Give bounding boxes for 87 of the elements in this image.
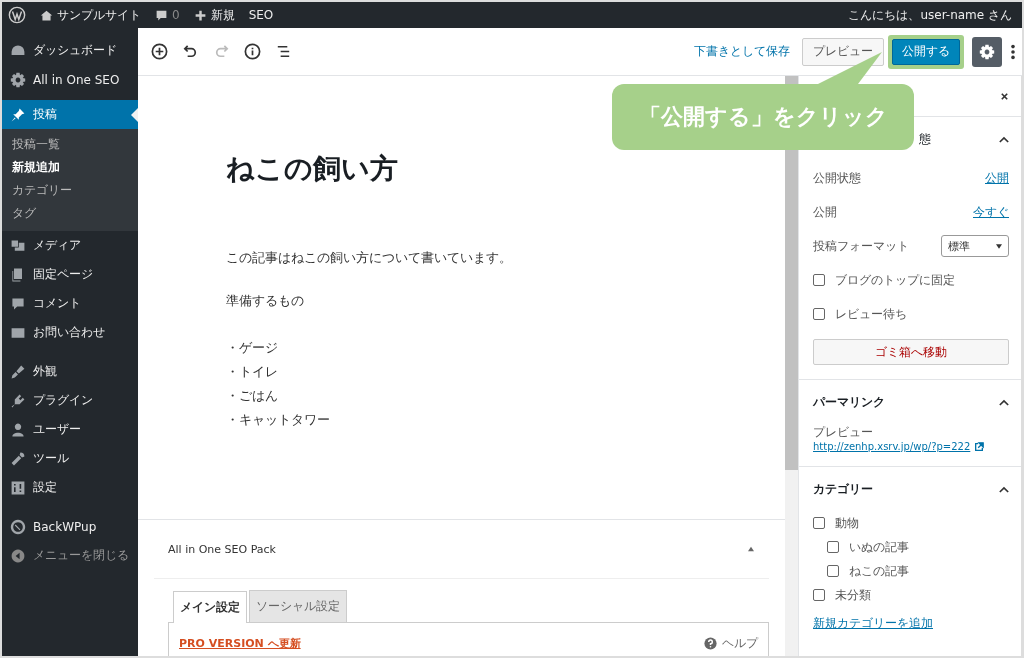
- format-select[interactable]: 標準: [941, 235, 1009, 257]
- field-label: 公開状態: [813, 169, 861, 187]
- callout-text: 「公開する」をクリック: [638, 103, 888, 131]
- chevron-icon[interactable]: [999, 135, 1009, 143]
- collapse-triangle-icon[interactable]: [747, 546, 755, 552]
- metabox-title: All in One SEO Pack: [168, 542, 276, 556]
- menu-item[interactable]: 設定: [2, 473, 138, 502]
- help-label[interactable]: ヘルプ: [722, 634, 758, 652]
- checkbox[interactable]: [827, 541, 839, 553]
- close-icon[interactable]: [1000, 91, 1009, 101]
- value-link[interactable]: 公開: [985, 169, 1009, 187]
- caret-icon: [996, 243, 1002, 249]
- menu-item[interactable]: 固定ページ: [2, 260, 138, 289]
- site-link[interactable]: サンプルサイト: [40, 6, 141, 24]
- checkbox[interactable]: [813, 589, 825, 601]
- menu-item[interactable]: ツール: [2, 444, 138, 473]
- menu-item[interactable]: プラグイン: [2, 386, 138, 415]
- checkbox[interactable]: [827, 565, 839, 577]
- field-label: 投稿フォーマット: [813, 237, 909, 255]
- user-icon: [10, 421, 26, 438]
- submenu-item[interactable]: タグ: [2, 202, 138, 225]
- trash-button[interactable]: ゴミ箱へ移動: [813, 339, 1009, 365]
- menu-item[interactable]: ユーザー: [2, 415, 138, 444]
- paragraph-block[interactable]: 準備するもの: [226, 293, 785, 310]
- settings-tab[interactable]: ソーシャル設定: [249, 590, 347, 622]
- checkbox-label[interactable]: ブログのトップに固定: [835, 271, 955, 289]
- menu-item[interactable]: BackWPup: [2, 512, 138, 541]
- settings-tab[interactable]: メイン設定: [173, 591, 247, 623]
- paragraph-block[interactable]: この記事はねこの飼い方について書いています。: [226, 250, 785, 267]
- settings-button[interactable]: [972, 36, 1002, 67]
- category-label[interactable]: ねこの記事: [849, 562, 909, 580]
- comments-link[interactable]: 0: [155, 8, 180, 22]
- section-title[interactable]: パーマリンク: [813, 394, 885, 410]
- value-link[interactable]: 今すぐ: [973, 203, 1009, 221]
- collapse-icon: [10, 547, 26, 564]
- wrench-icon: [10, 450, 26, 467]
- info-icon[interactable]: [243, 42, 262, 61]
- add-block-icon[interactable]: [150, 42, 169, 61]
- submenu-item[interactable]: 新規追加: [2, 156, 138, 179]
- checkbox[interactable]: [813, 274, 825, 286]
- checkbox[interactable]: [813, 308, 825, 320]
- menu-item[interactable]: メニューを閉じる: [2, 541, 138, 570]
- menu-item[interactable]: コメント: [2, 289, 138, 318]
- gear-icon: [979, 43, 995, 60]
- pin-icon: [10, 106, 26, 123]
- permalink-label: プレビュー: [813, 424, 874, 441]
- checkbox[interactable]: [813, 517, 825, 529]
- wordpress-logo-icon[interactable]: [8, 6, 26, 24]
- more-options-icon[interactable]: [1010, 42, 1016, 61]
- menu-item[interactable]: お問い合わせ: [2, 318, 138, 347]
- submenu-item[interactable]: 投稿一覧: [2, 133, 138, 156]
- comment-icon: [10, 295, 26, 312]
- save-draft-link[interactable]: 下書きとして保存: [694, 43, 790, 60]
- add-category-link[interactable]: 新規カテゴリーを追加: [813, 615, 933, 632]
- checkbox-label[interactable]: レビュー待ち: [835, 305, 907, 323]
- category-label[interactable]: 未分類: [835, 586, 871, 604]
- gear-icon: [10, 71, 26, 88]
- menu-item[interactable]: All in One SEO: [2, 65, 138, 94]
- menu-item[interactable]: メディア: [2, 231, 138, 260]
- menu-item[interactable]: 投稿: [2, 100, 138, 129]
- new-link[interactable]: 新規: [193, 6, 235, 24]
- home-icon: [40, 8, 53, 22]
- media-icon: [10, 237, 26, 254]
- brush-icon: [10, 363, 26, 380]
- seo-link[interactable]: SEO: [248, 8, 274, 22]
- plus-icon: [193, 8, 207, 22]
- permalink-url[interactable]: http://zenhp.xsrv.jp/wp/?p=222: [813, 441, 971, 452]
- comment-icon: [155, 8, 168, 22]
- submenu-item[interactable]: カテゴリー: [2, 179, 138, 202]
- section-title[interactable]: カテゴリー: [813, 481, 873, 497]
- category-label[interactable]: 動物: [835, 514, 859, 532]
- menu-item[interactable]: ダッシュボード: [2, 36, 138, 65]
- preview-button[interactable]: プレビュー: [802, 37, 884, 66]
- external-link-icon: [974, 441, 985, 452]
- greeting-link[interactable]: こんにちは、user-name さん: [848, 6, 1016, 24]
- menu-item[interactable]: 外観: [2, 357, 138, 386]
- field-label: 公開: [813, 203, 837, 221]
- publish-button[interactable]: 公開する: [892, 38, 960, 65]
- pro-version-link[interactable]: PRO VERSION へ更新: [179, 635, 301, 651]
- section-title[interactable]: 態: [919, 130, 931, 148]
- category-label[interactable]: いぬの記事: [849, 538, 909, 556]
- list-block[interactable]: ・ゲージ ・トイレ ・ごはん ・キャットタワー: [226, 336, 785, 432]
- post-title[interactable]: ねこの飼い方: [226, 150, 785, 188]
- help-icon[interactable]: [704, 636, 717, 650]
- chevron-icon[interactable]: [999, 485, 1009, 493]
- chevron-icon[interactable]: [999, 398, 1009, 406]
- plugin-icon: [10, 392, 26, 409]
